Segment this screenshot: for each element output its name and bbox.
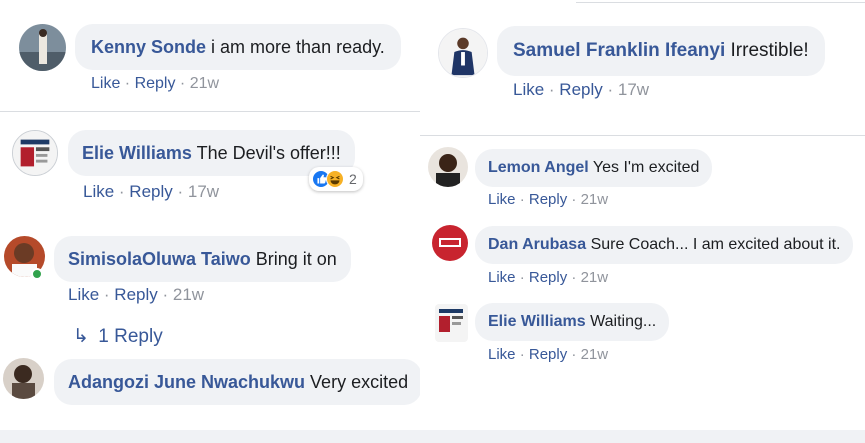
comment-text: Very excited: [310, 372, 409, 392]
comment-bubble: Elie Williams Waiting...: [475, 303, 670, 341]
author-name[interactable]: Dan Arubasa: [488, 236, 586, 253]
comment-actions: Like · Reply · 21w: [488, 191, 609, 208]
comment-text: Yes I'm excited: [592, 159, 700, 176]
author-name[interactable]: Samuel Franklin Ifeanyi: [513, 40, 725, 61]
online-status-icon: [31, 268, 43, 280]
avatar-photo-icon: [439, 29, 487, 77]
comment-text: Sure Coach... I am excited about it.: [590, 236, 841, 253]
like-link[interactable]: Like: [488, 191, 516, 208]
reply-link[interactable]: Reply: [529, 346, 567, 363]
comment-actions: Like · Reply · 21w: [91, 75, 220, 92]
reply-link[interactable]: Reply: [529, 269, 567, 286]
timestamp[interactable]: 21w: [581, 191, 609, 208]
author-name[interactable]: Elie Williams: [82, 143, 192, 163]
like-link[interactable]: Like: [83, 182, 114, 201]
avatar-poster-icon: [435, 304, 468, 342]
reply-arrow-icon: ↳: [73, 326, 89, 347]
avatar[interactable]: [428, 147, 468, 187]
reply-link[interactable]: Reply: [559, 80, 602, 99]
comment-bubble: Adangozi June Nwachukwu Very excited: [54, 359, 423, 405]
reply-link[interactable]: Reply: [135, 75, 176, 92]
comment-bubble: Samuel Franklin Ifeanyi Irrestible!: [497, 26, 825, 76]
comment-bubble: Kenny Sonde i am more than ready.: [75, 24, 401, 70]
author-name[interactable]: Adangozi June Nwachukwu: [68, 372, 305, 392]
reaction-summary[interactable]: 2: [309, 167, 363, 191]
author-name[interactable]: Lemon Angel: [488, 159, 589, 176]
top-divider: [576, 2, 865, 3]
divider: [420, 135, 865, 136]
timestamp[interactable]: 21w: [581, 269, 609, 286]
avatar-poster-icon: [13, 131, 57, 175]
comment-actions: Like · Reply · 17w: [83, 182, 220, 201]
timestamp[interactable]: 17w: [188, 182, 219, 201]
timestamp[interactable]: 17w: [618, 80, 649, 99]
like-link[interactable]: Like: [68, 285, 99, 304]
author-name[interactable]: SimisolaOluwa Taiwo: [68, 249, 251, 269]
comment-text: Irrestible!: [730, 40, 809, 61]
divider: [0, 111, 428, 112]
avatar-photo-icon: [3, 358, 44, 399]
like-link[interactable]: Like: [488, 346, 516, 363]
timestamp[interactable]: 21w: [173, 285, 204, 304]
comment-bubble: Lemon Angel Yes I'm excited: [475, 149, 713, 187]
avatar[interactable]: [435, 304, 468, 342]
comment-kenny-sonde: Kenny Sonde i am more than ready. Like ·…: [0, 0, 428, 112]
avatar[interactable]: [19, 24, 66, 71]
reply-link[interactable]: Reply: [529, 191, 567, 208]
comment-actions: Like · Reply · 17w: [513, 80, 650, 99]
avatar-photo-icon: [428, 147, 468, 187]
comment-actions: Like · Reply · 21w: [488, 269, 609, 286]
like-link[interactable]: Like: [91, 75, 120, 92]
comment-text: i am more than ready.: [211, 37, 385, 57]
reply-link[interactable]: Reply: [114, 285, 157, 304]
timestamp[interactable]: 21w: [581, 346, 609, 363]
avatar[interactable]: [438, 28, 488, 78]
like-link[interactable]: Like: [513, 80, 544, 99]
replies-count[interactable]: 1 Reply: [98, 326, 162, 347]
avatar[interactable]: [432, 225, 468, 261]
view-replies-link[interactable]: ↳ 1 Reply: [73, 325, 163, 348]
reaction-count: 2: [349, 171, 357, 187]
avatar-photo-icon: [19, 24, 66, 71]
haha-reaction-icon: [326, 170, 344, 188]
comment-text: Waiting...: [590, 313, 657, 330]
timestamp[interactable]: 21w: [190, 75, 219, 92]
left-comments-panel: Kenny Sonde i am more than ready. Like ·…: [0, 0, 428, 430]
comment-actions: Like · Reply · 21w: [68, 285, 205, 304]
comment-text: Bring it on: [255, 249, 337, 269]
comment-bubble: SimisolaOluwa Taiwo Bring it on: [54, 236, 351, 282]
avatar[interactable]: [3, 358, 44, 399]
right-comments-panel: Samuel Franklin Ifeanyi Irrestible! Like…: [420, 0, 865, 430]
comment-text: The Devil's offer!!!: [196, 143, 341, 163]
like-link[interactable]: Like: [488, 269, 516, 286]
avatar-logo-icon: [432, 225, 468, 261]
comment-actions: Like · Reply · 21w: [488, 346, 609, 363]
reply-link[interactable]: Reply: [129, 182, 172, 201]
avatar[interactable]: [12, 130, 58, 176]
comment-bubble: Dan Arubasa Sure Coach... I am excited a…: [475, 226, 854, 264]
author-name[interactable]: Kenny Sonde: [91, 37, 206, 57]
author-name[interactable]: Elie Williams: [488, 313, 586, 330]
